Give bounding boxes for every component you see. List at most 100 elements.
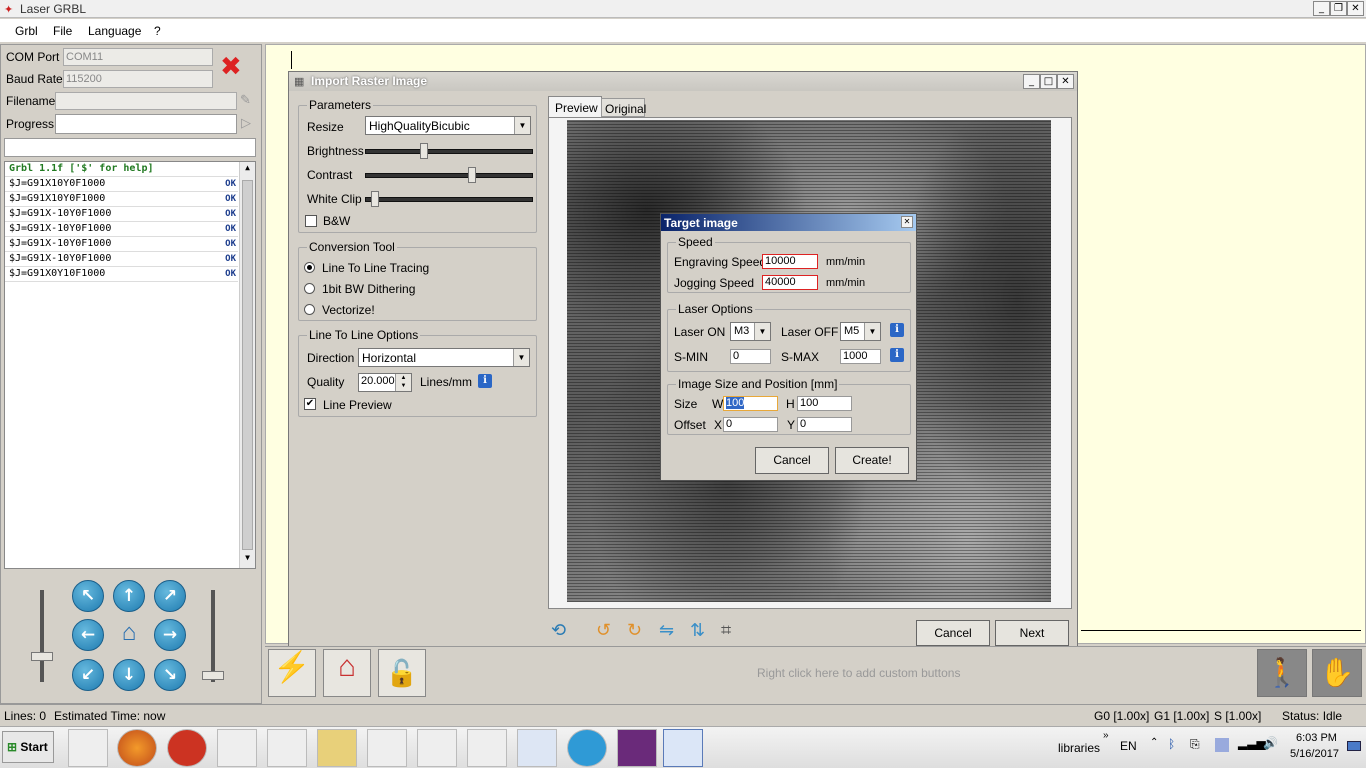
home-icon[interactable]: ⌂	[323, 649, 371, 697]
quality-stepper[interactable]: 20.000 ▲ ▼	[358, 373, 412, 392]
paint-icon[interactable]	[367, 729, 407, 767]
vpn-icon[interactable]	[217, 729, 257, 767]
rotate-reset-icon[interactable]: ⟲	[551, 620, 566, 641]
clock-date[interactable]: 5/16/2017	[1290, 748, 1339, 760]
g1-override[interactable]: G1 [1.00x]	[1154, 709, 1209, 723]
next-button[interactable]: Next	[995, 620, 1069, 646]
restore-button[interactable]: ❐	[1330, 1, 1347, 16]
target-cancel-button[interactable]: Cancel	[755, 447, 829, 474]
language-indicator[interactable]: EN	[1120, 739, 1137, 753]
target-close-button[interactable]: ✕	[901, 216, 913, 228]
clipboard-icon[interactable]: ⎘	[1190, 737, 1200, 752]
direction-select[interactable]: Horizontal ▼	[358, 348, 530, 367]
tab-preview[interactable]: Preview	[548, 96, 602, 118]
flip-vertical-icon[interactable]: ⇅	[690, 620, 705, 641]
libraries-toolbar[interactable]: libraries	[1058, 741, 1100, 755]
start-button[interactable]: ⊞ Start	[2, 731, 54, 763]
minimize-button[interactable]: _	[1313, 1, 1330, 16]
menu-grbl[interactable]: Grbl	[15, 24, 38, 38]
engraving-speed-input[interactable]: 10000	[762, 254, 818, 269]
s-min-input[interactable]: 0	[730, 349, 771, 364]
com-port-select[interactable]: COM11	[63, 48, 213, 66]
jog-up-right-icon[interactable]: ↗	[154, 580, 186, 612]
offset-y-input[interactable]: 0	[797, 417, 852, 432]
offset-x-input[interactable]: 0	[723, 417, 778, 432]
g0-override[interactable]: G0 [1.00x]	[1094, 709, 1149, 723]
stop-hand-icon[interactable]: ✋	[1312, 649, 1362, 697]
pdf-icon[interactable]	[617, 729, 657, 767]
clock-time[interactable]: 6:03 PM	[1296, 732, 1337, 744]
z-slider-thumb[interactable]	[31, 652, 53, 661]
laser-on-select[interactable]: M3 ▼	[730, 322, 771, 341]
width-input[interactable]: 100	[723, 396, 778, 411]
create-button[interactable]: Create!	[835, 447, 909, 474]
radio-dithering[interactable]	[304, 283, 315, 294]
laser-mode-info-icon[interactable]: i	[890, 323, 904, 337]
network-app-icon[interactable]	[68, 729, 108, 767]
psiphon-icon[interactable]	[167, 729, 207, 767]
jog-up-icon[interactable]: ↑	[113, 580, 145, 612]
log-scrollbar[interactable]: ▲ ▼	[239, 162, 255, 568]
stepper-arrows-icon[interactable]: ▲ ▼	[395, 374, 411, 391]
rotate-ccw-icon[interactable]: ↺	[596, 620, 611, 641]
toolbar-expand-icon[interactable]: »	[1103, 730, 1109, 741]
flip-horizontal-icon[interactable]: ⇋	[659, 620, 674, 641]
flash-icon[interactable]: ⚡	[268, 649, 316, 697]
laser-off-select[interactable]: M5 ▼	[840, 322, 881, 341]
jog-down-left-icon[interactable]: ↙	[72, 659, 104, 691]
dialog-minimize-button[interactable]: _	[1023, 74, 1040, 89]
jogging-speed-input[interactable]: 40000	[762, 275, 818, 290]
radio-line-to-line[interactable]	[304, 262, 315, 273]
open-file-icon[interactable]: ✎	[240, 92, 251, 108]
smax-info-icon[interactable]: i	[890, 348, 904, 362]
baud-rate-select[interactable]: 115200	[63, 70, 213, 88]
firefox-icon[interactable]	[117, 729, 157, 767]
menu-language[interactable]: Language	[88, 24, 141, 38]
walk-icon[interactable]: 🚶	[1257, 649, 1307, 697]
jog-down-icon[interactable]: ↓	[113, 659, 145, 691]
disconnect-icon[interactable]: ✖	[220, 52, 256, 84]
signal-icon[interactable]: ▂▃▅	[1238, 736, 1266, 750]
jog-home-icon[interactable]: ⌂	[113, 619, 145, 651]
s-max-input[interactable]: 1000	[840, 349, 881, 364]
chart-app-icon[interactable]	[467, 729, 507, 767]
scroll-up-icon[interactable]: ▲	[241, 163, 254, 177]
jog-down-right-icon[interactable]: ↘	[154, 659, 186, 691]
bluetooth-icon[interactable]: ᛒ	[1168, 737, 1175, 751]
jog-left-icon[interactable]: ←	[72, 619, 104, 651]
resize-select[interactable]: HighQualityBicubic ▼	[365, 116, 531, 135]
log-scroll-thumb[interactable]	[242, 180, 253, 550]
dialog-close-button[interactable]: ✕	[1057, 74, 1074, 89]
jog-right-icon[interactable]: →	[154, 619, 186, 651]
telegram-icon[interactable]	[567, 729, 607, 767]
s-override[interactable]: S [1.00x]	[1214, 709, 1261, 723]
speed-slider-thumb[interactable]	[202, 671, 224, 680]
contrast-slider[interactable]	[468, 167, 476, 183]
crop-icon[interactable]: ⌗	[721, 620, 731, 641]
tray-expand-icon[interactable]: ⌃	[1150, 737, 1158, 748]
lasergrbl-taskbar-icon[interactable]	[663, 729, 703, 767]
explorer-icon[interactable]	[317, 729, 357, 767]
menu-file[interactable]: File	[53, 24, 72, 38]
bw-checkbox[interactable]	[305, 215, 317, 227]
show-desktop-icon[interactable]	[1347, 741, 1361, 751]
close-button[interactable]: ✕	[1347, 1, 1364, 16]
tab-original[interactable]: Original	[601, 98, 646, 117]
dialog-maximize-button[interactable]: □	[1040, 74, 1057, 89]
white-clip-slider[interactable]	[371, 191, 379, 207]
line-preview-checkbox[interactable]: ✔	[304, 398, 316, 410]
height-input[interactable]: 100	[797, 396, 852, 411]
wb10-icon[interactable]	[267, 729, 307, 767]
import-cancel-button[interactable]: Cancel	[916, 620, 990, 646]
calendar-icon[interactable]	[417, 729, 457, 767]
scroll-down-icon[interactable]: ▼	[241, 553, 254, 567]
command-input[interactable]	[4, 138, 256, 157]
display-icon[interactable]	[1215, 738, 1229, 752]
jog-up-left-icon[interactable]: ↖	[72, 580, 104, 612]
run-icon[interactable]: ▷	[241, 115, 251, 131]
unlock-icon[interactable]: 🔓	[378, 649, 426, 697]
rotate-cw-icon[interactable]: ↻	[627, 620, 642, 641]
brightness-slider[interactable]	[420, 143, 428, 159]
radio-vectorize[interactable]	[304, 304, 315, 315]
menu-help[interactable]: ?	[154, 24, 161, 38]
